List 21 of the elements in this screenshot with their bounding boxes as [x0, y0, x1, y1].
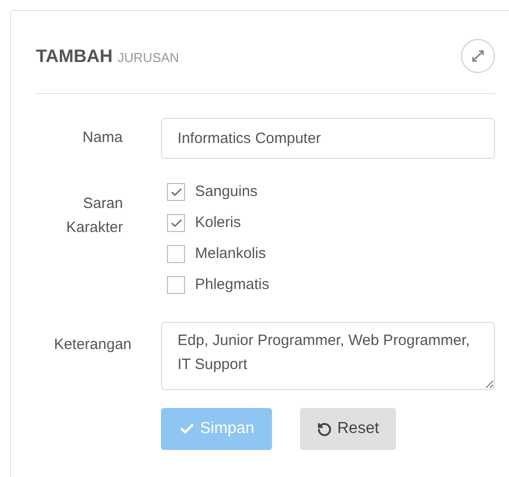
checkbox[interactable] — [167, 245, 185, 263]
panel-subtitle: JURUSAN — [118, 48, 180, 66]
checkbox-label: Melankolis — [195, 244, 266, 264]
nama-input[interactable]: Informatics Computer — [160, 118, 495, 159]
reset-button[interactable]: Reset — [300, 408, 396, 450]
panel-title: TAMBAH — [36, 44, 113, 68]
field-label: Nama — [82, 128, 123, 148]
checkbox[interactable] — [167, 214, 185, 232]
check-icon — [170, 186, 182, 198]
keterangan-textarea[interactable]: Edp, Junior Programmer, Web Programmer, IT Support — [160, 322, 495, 390]
expand-icon — [472, 50, 484, 62]
checkbox-label: Sanguins — [195, 182, 258, 202]
checkbox[interactable] — [167, 276, 185, 294]
field-label: Saran Karakter — [65, 194, 123, 238]
checkbox-label: Phlegmatis — [195, 274, 270, 295]
checkbox[interactable] — [167, 183, 185, 201]
field-label: Keterangan — [52, 335, 132, 355]
expand-button[interactable] — [461, 39, 495, 73]
check-icon — [170, 216, 182, 230]
checkbox-label: Koleris — [195, 212, 241, 233]
reset-icon — [317, 422, 332, 436]
